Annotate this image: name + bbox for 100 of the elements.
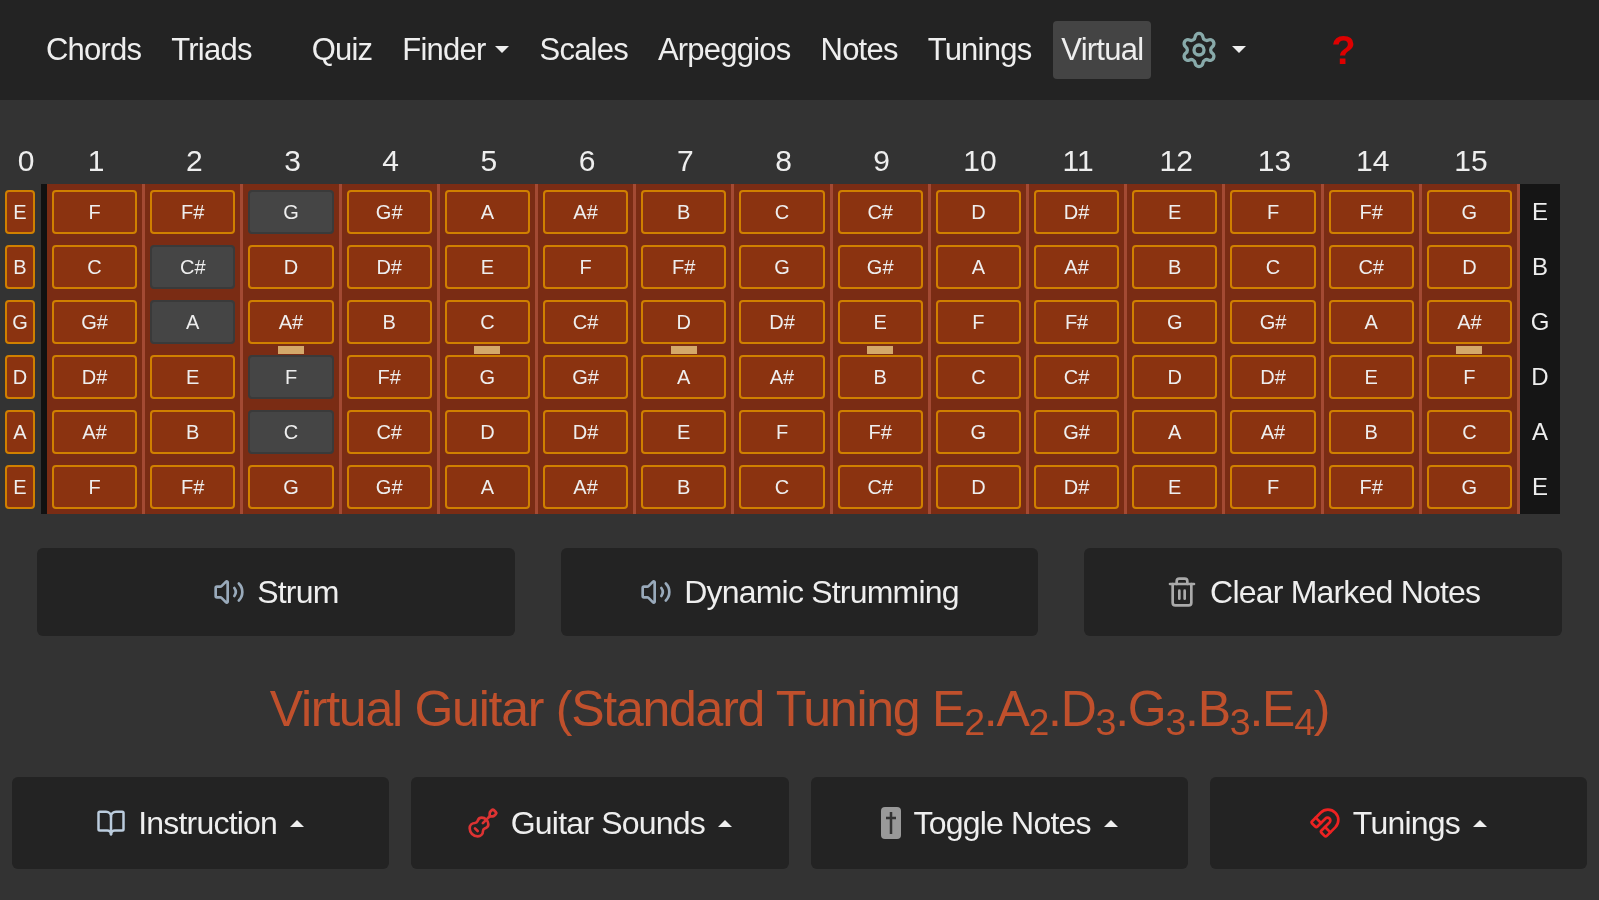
fret-note[interactable]: E: [1328, 354, 1414, 399]
fret-note[interactable]: G: [248, 189, 334, 234]
fret-note[interactable]: G: [248, 464, 334, 509]
action-button[interactable]: Dynamic Strumming: [560, 548, 1039, 636]
fret-note[interactable]: A#: [543, 189, 629, 234]
fret-note[interactable]: E: [1132, 464, 1218, 509]
panel-toggle-button[interactable]: Tunings: [1209, 777, 1587, 869]
fret-note[interactable]: D: [935, 189, 1021, 234]
nav-link[interactable]: Virtual: [1053, 20, 1152, 80]
nav-link[interactable]: Scales: [531, 20, 636, 80]
fret-note[interactable]: A: [1132, 409, 1218, 454]
fret-note[interactable]: E: [641, 409, 727, 454]
open-string-note[interactable]: A: [5, 409, 35, 454]
fret-note[interactable]: B: [150, 409, 236, 454]
fret-note[interactable]: E: [1132, 189, 1218, 234]
fret-note[interactable]: C: [52, 244, 138, 289]
fret-note[interactable]: A: [1328, 299, 1414, 344]
fret-note[interactable]: A: [150, 299, 236, 344]
panel-toggle-button[interactable]: Guitar Sounds: [411, 777, 789, 869]
nav-link[interactable]: Triads: [163, 20, 260, 80]
fret-note[interactable]: A: [444, 189, 530, 234]
nav-link[interactable]: Chords: [38, 20, 150, 80]
fret-note[interactable]: C#: [1328, 244, 1414, 289]
fret-note[interactable]: G: [1426, 189, 1512, 234]
fret-note[interactable]: G: [1132, 299, 1218, 344]
fret-note[interactable]: D#: [346, 244, 432, 289]
nav-link[interactable]: Tunings: [919, 20, 1040, 80]
fret-note[interactable]: A#: [739, 354, 825, 399]
panel-toggle-button[interactable]: Instruction: [12, 777, 390, 869]
fret-note[interactable]: F#: [1328, 189, 1414, 234]
fret-note[interactable]: F: [543, 244, 629, 289]
action-button[interactable]: Clear Marked Notes: [1084, 548, 1562, 636]
fret-note[interactable]: D: [248, 244, 334, 289]
fret-note[interactable]: F: [1230, 189, 1316, 234]
fret-note[interactable]: G: [444, 354, 530, 399]
fret-note[interactable]: C: [444, 299, 530, 344]
fret-note[interactable]: G#: [837, 244, 923, 289]
fret-note[interactable]: D: [444, 409, 530, 454]
fret-note[interactable]: F#: [150, 464, 236, 509]
fret-note[interactable]: A#: [1426, 299, 1512, 344]
fret-note[interactable]: B: [641, 189, 727, 234]
fret-note[interactable]: C#: [150, 244, 236, 289]
fret-note[interactable]: D#: [52, 354, 138, 399]
fret-note[interactable]: E: [837, 299, 923, 344]
open-string-note[interactable]: B: [5, 244, 35, 289]
fret-note[interactable]: B: [1328, 409, 1414, 454]
settings-dropdown[interactable]: [1179, 30, 1248, 70]
fret-note[interactable]: D: [641, 299, 727, 344]
nav-link[interactable]: Arpeggios: [649, 20, 799, 80]
fret-note[interactable]: E: [444, 244, 530, 289]
fret-note[interactable]: C#: [1034, 354, 1120, 399]
fret-note[interactable]: A: [935, 244, 1021, 289]
fret-note[interactable]: A#: [248, 299, 334, 344]
fret-note[interactable]: C: [739, 189, 825, 234]
fret-note[interactable]: F#: [641, 244, 727, 289]
fret-note[interactable]: G: [739, 244, 825, 289]
fret-note[interactable]: D: [935, 464, 1021, 509]
fret-note[interactable]: G#: [346, 189, 432, 234]
fret-note[interactable]: F#: [1034, 299, 1120, 344]
fret-note[interactable]: G#: [1230, 299, 1316, 344]
fret-note[interactable]: D#: [1034, 189, 1120, 234]
open-string-note[interactable]: D: [5, 354, 35, 399]
fret-note[interactable]: E: [150, 354, 236, 399]
fret-note[interactable]: F: [739, 409, 825, 454]
fret-note[interactable]: C#: [837, 464, 923, 509]
fret-note[interactable]: G#: [1034, 409, 1120, 454]
fret-note[interactable]: B: [837, 354, 923, 399]
fret-note[interactable]: G: [935, 409, 1021, 454]
fret-note[interactable]: B: [1132, 244, 1218, 289]
fret-note[interactable]: F: [1426, 354, 1512, 399]
fret-note[interactable]: C: [935, 354, 1021, 399]
fret-note[interactable]: D#: [1034, 464, 1120, 509]
fret-note[interactable]: C#: [543, 299, 629, 344]
fret-note[interactable]: F#: [150, 189, 236, 234]
fret-note[interactable]: F#: [837, 409, 923, 454]
fret-note[interactable]: B: [641, 464, 727, 509]
fret-note[interactable]: F#: [1328, 464, 1414, 509]
fret-note[interactable]: F: [52, 464, 138, 509]
fret-note[interactable]: A: [641, 354, 727, 399]
fret-note[interactable]: F#: [346, 354, 432, 399]
fret-note[interactable]: C#: [346, 409, 432, 454]
fret-note[interactable]: C: [1230, 244, 1316, 289]
fret-note[interactable]: C: [248, 409, 334, 454]
fret-note[interactable]: G#: [52, 299, 138, 344]
fret-note[interactable]: F: [52, 189, 138, 234]
fret-note[interactable]: F: [935, 299, 1021, 344]
fret-note[interactable]: A#: [1230, 409, 1316, 454]
fret-note[interactable]: A: [444, 464, 530, 509]
fret-note[interactable]: C#: [837, 189, 923, 234]
fret-note[interactable]: C: [739, 464, 825, 509]
fret-note[interactable]: G#: [543, 354, 629, 399]
fret-note[interactable]: G: [1426, 464, 1512, 509]
fret-note[interactable]: B: [346, 299, 432, 344]
fret-note[interactable]: G#: [346, 464, 432, 509]
fret-note[interactable]: F: [248, 354, 334, 399]
action-button[interactable]: Strum: [37, 548, 515, 636]
nav-link[interactable]: Quiz: [303, 20, 381, 80]
fret-note[interactable]: D: [1132, 354, 1218, 399]
fret-note[interactable]: F: [1230, 464, 1316, 509]
nav-dropdown[interactable]: Finder: [394, 20, 518, 80]
